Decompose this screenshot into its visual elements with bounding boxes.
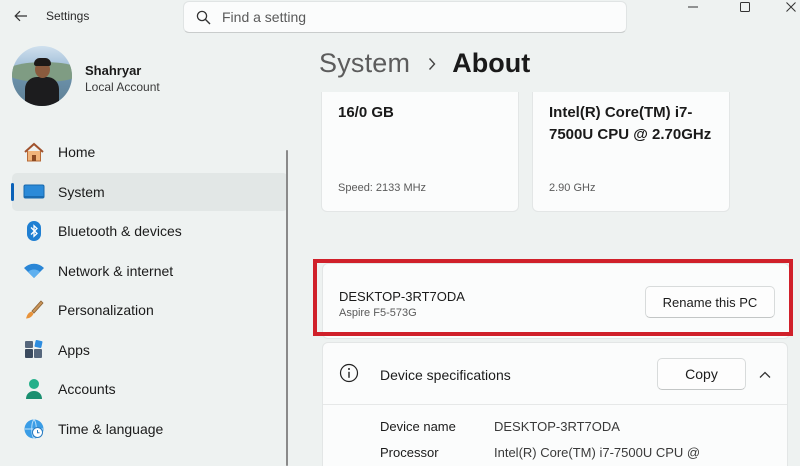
maximize-button[interactable] [722,0,768,14]
sidebar-item-system[interactable]: System [11,172,288,211]
pc-name: DESKTOP-3RT7ODA [339,289,465,304]
search-input[interactable] [222,6,612,28]
rename-pc-button[interactable]: Rename this PC [645,286,775,318]
sidebar-item-accounts[interactable]: Accounts [12,370,288,408]
sidebar-item-time-language[interactable]: Time & language [12,410,288,448]
person-icon [22,377,46,401]
arrow-left-icon [14,10,27,22]
search-box[interactable] [183,1,627,33]
spec-key: Processor [380,445,439,460]
app-title: Settings [46,9,90,23]
sidebar-item-label: Time & language [58,420,164,437]
ram-value: 16/0 GB [338,104,394,121]
sidebar-item-home[interactable]: Home [12,133,288,171]
spec-value: DESKTOP-3RT7ODA [494,419,620,434]
sidebar-item-network[interactable]: Network & internet [12,252,288,290]
breadcrumb-parent[interactable]: System [319,48,410,79]
sidebar-item-label: Accounts [58,381,116,397]
chevron-up-icon[interactable] [753,363,777,387]
search-icon [196,10,211,25]
account-type: Local Account [85,80,160,94]
spec-key: Device name [380,419,456,434]
sidebar-item-label: System [58,183,105,200]
back-button[interactable] [8,4,34,28]
processor-card: Intel(R) Core(TM) i7-7500U CPU @ 2.70GHz… [532,92,730,212]
processor-speed: 2.90 GHz [549,182,596,194]
minimize-icon [688,6,698,8]
breadcrumb: System About [319,48,530,79]
ram-card: 16/0 GB Speed: 2133 MHz [321,92,519,212]
device-specifications-title: Device specifications [380,367,511,383]
maximize-icon [740,2,750,12]
ram-speed: Speed: 2133 MHz [338,182,427,194]
user-name: Shahryar [85,63,142,78]
chevron-right-icon [428,57,436,71]
pc-name-card: DESKTOP-3RT7ODA Aspire F5-573G Rename th… [322,263,790,339]
sidebar-item-apps[interactable]: Apps [12,331,288,369]
sidebar-item-label: Apps [58,341,90,358]
processor-value: Intel(R) Core(TM) i7-7500U CPU @ 2.70GHz [549,104,712,143]
spec-value: Intel(R) Core(TM) i7-7500U CPU @ [494,445,701,460]
sidebar-scrollbar[interactable] [286,150,288,466]
pc-model: Aspire F5-573G [339,307,417,319]
brush-icon [22,298,46,322]
sidebar-item-label: Home [58,144,96,160]
wifi-icon [22,259,46,283]
close-icon [786,2,796,12]
title-bar: Settings [0,0,800,34]
sidebar-item-label: Network & internet [58,262,174,279]
page-title: About [452,48,531,78]
sidebar-item-label: Bluetooth & devices [58,223,182,239]
home-icon [22,140,46,164]
sidebar-item-bluetooth[interactable]: Bluetooth & devices [12,212,288,250]
minimize-button[interactable] [670,0,716,14]
sidebar-item-personalization[interactable]: Personalization [12,291,288,329]
globe-clock-icon [22,417,46,441]
close-button[interactable] [768,0,800,14]
info-icon [339,363,359,383]
device-specifications-card: Device specifications Copy Device name D… [322,342,788,466]
avatar[interactable] [12,46,72,106]
sidebar-item-label: Personalization [58,302,154,318]
monitor-icon [22,180,46,204]
sidebar-nav: Home System Bluetooth & devices Network … [0,133,290,449]
copy-button[interactable]: Copy [657,358,746,390]
bluetooth-icon [22,219,46,243]
apps-icon [22,338,46,362]
device-specifications-header[interactable]: Device specifications Copy [323,343,787,405]
